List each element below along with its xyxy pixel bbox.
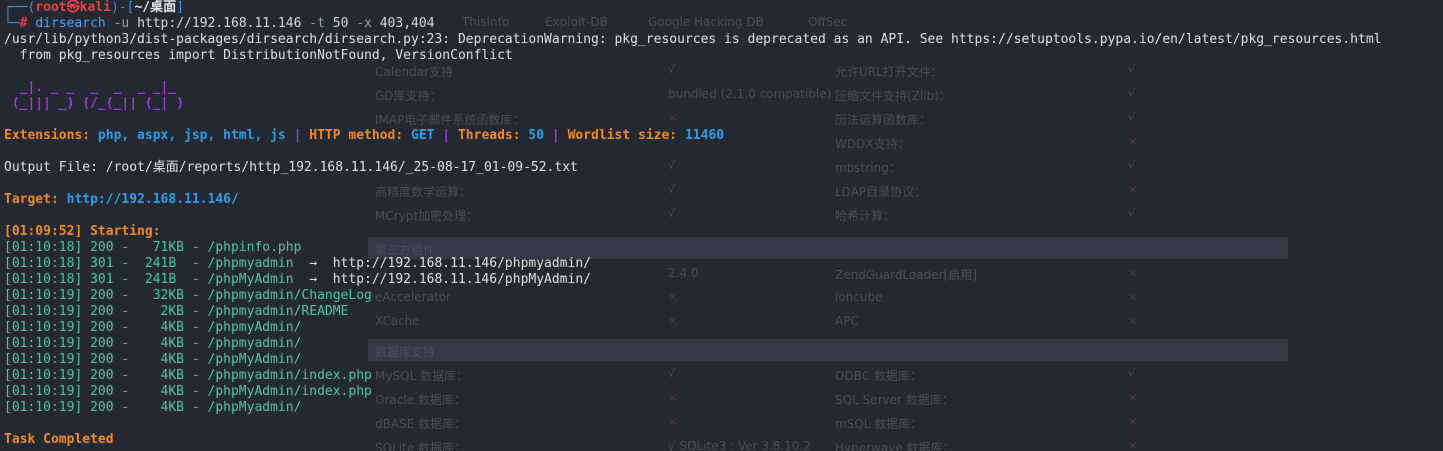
terminal-window[interactable]: ThisInfo Exploit-DB Google Hacking DB OffSe…	[0, 0, 1443, 451]
wordlist-value: 11460	[684, 128, 725, 143]
command-threads: 50	[332, 16, 349, 31]
command-name: dirsearch	[35, 16, 106, 31]
result-row: [01:10:19] 200 - 2KB - /phpmyadmin/READM…	[4, 304, 1382, 320]
threads-label: Threads:	[457, 128, 529, 143]
result-text: [01:10:19] 200 - 4KB - /phpMyadmin/	[4, 400, 302, 415]
result-text: [01:10:18] 200 - 71KB - /phpinfo.php	[4, 240, 302, 255]
extensions-value: php, aspx, jsp, html, js	[97, 128, 286, 143]
result-row: [01:10:18] 301 - 241B - /phpMyAdmin → ht…	[4, 272, 1382, 288]
command-flag-t: -t	[301, 16, 333, 31]
result-text: [01:10:19] 200 - 32KB - /phpmyadmin/Chan…	[4, 288, 372, 303]
logo-line-2: (_||| _) (/_(_|| (_| )	[4, 96, 185, 111]
result-row: [01:10:18] 200 - 71KB - /phpinfo.php	[4, 240, 1382, 256]
result-text: [01:10:19] 200 - 4KB - /phpmyadmin/index…	[4, 368, 372, 383]
deprecation-warning: /usr/lib/python3/dist-packages/dirsearch…	[4, 32, 1382, 47]
output-file-line: Output File: /root/桌面/reports/http_192.1…	[4, 160, 578, 175]
result-row: [01:10:19] 200 - 4KB - /phpmyAdmin/	[4, 320, 1382, 336]
prompt-bracket-end: ]	[176, 0, 184, 15]
result-row: [01:10:19] 200 - 4KB - /phpmyadmin/index…	[4, 368, 1382, 384]
starting-line: [01:09:52] Starting:	[4, 224, 161, 239]
result-row: [01:10:19] 200 - 4KB - /phpMyAdmin/index…	[4, 384, 1382, 400]
result-text: [01:10:19] 200 - 4KB - /phpmyadmin/	[4, 336, 302, 351]
result-row: [01:10:19] 200 - 4KB - /phpMyAdmin/	[4, 352, 1382, 368]
config-line: Extensions: php, aspx, jsp, html, js | H…	[4, 128, 1382, 144]
prompt-hash: #	[19, 16, 28, 31]
separator: |	[285, 128, 310, 143]
dirsearch-logo: _|. _ _ _ _ _ _|_	[4, 80, 1382, 96]
command-flag-x: -x	[348, 16, 380, 31]
prompt-path: ~/桌面	[134, 0, 177, 15]
result-redirect: → http://192.168.11.146/phpMyAdmin/	[293, 272, 592, 287]
http-method-value: GET	[411, 128, 435, 143]
prompt-at-symbol: ㉿	[66, 0, 80, 15]
prompt-separator: )-[	[110, 0, 135, 15]
terminal-output: ┌──(root㉿kali)-[~/桌面] └─# dirsearch -u h…	[4, 0, 1382, 448]
result-text: [01:10:18] 301 - 241B - /phpmyadmin	[4, 256, 294, 271]
prompt-line-1: ┌──(root㉿kali)-[~/桌面]	[4, 0, 1382, 16]
result-row: [01:10:19] 200 - 32KB - /phpmyadmin/Chan…	[4, 288, 1382, 304]
result-row: [01:10:19] 200 - 4KB - /phpMyadmin/	[4, 400, 1382, 416]
result-text: [01:10:19] 200 - 2KB - /phpmyadmin/READM…	[4, 304, 349, 319]
result-text: [01:10:18] 301 - 241B - /phpMyAdmin	[4, 272, 294, 287]
results-list: [01:10:18] 200 - 71KB - /phpinfo.php [01…	[4, 240, 1382, 416]
result-text: [01:10:19] 200 - 4KB - /phpMyAdmin/	[4, 352, 302, 367]
separator: |	[544, 128, 568, 143]
dirsearch-logo-2: (_||| _) (/_(_|| (_| )	[4, 96, 1382, 112]
target-url: http://192.168.11.146/	[66, 192, 239, 207]
prompt-host: kali	[79, 0, 111, 15]
task-completed: Task Completed	[4, 432, 114, 447]
result-text: [01:10:19] 200 - 4KB - /phpmyAdmin/	[4, 320, 302, 335]
separator: |	[434, 128, 458, 143]
result-row: [01:10:18] 301 - 241B - /phpmyadmin → ht…	[4, 256, 1382, 272]
logo-line-1: _|. _ _ _ _ _ _|_	[4, 80, 177, 95]
http-method-label: HTTP method:	[309, 128, 411, 143]
result-text: [01:10:19] 200 - 4KB - /phpMyAdmin/index…	[4, 384, 372, 399]
deprecation-warning-source: from pkg_resources import DistributionNo…	[4, 48, 513, 63]
threads-value: 50	[528, 128, 545, 143]
prompt-user: root	[35, 0, 67, 15]
result-redirect: → http://192.168.11.146/phpmyadmin/	[293, 256, 592, 271]
command-exclude-codes: 403,404	[379, 16, 435, 31]
extensions-label: Extensions:	[4, 128, 98, 143]
command-flag-u: -u	[105, 16, 138, 31]
target-label: Target:	[4, 192, 67, 207]
prompt-corner-bottom: └─	[4, 16, 20, 31]
prompt-corner: ┌──(	[4, 0, 36, 15]
prompt-line-2: └─# dirsearch -u http://192.168.11.146 -…	[4, 16, 1382, 32]
target-line: Target: http://192.168.11.146/	[4, 192, 1382, 208]
result-row: [01:10:19] 200 - 4KB - /phpmyadmin/	[4, 336, 1382, 352]
command-url: http://192.168.11.146	[137, 16, 302, 31]
wordlist-label: Wordlist size:	[567, 128, 685, 143]
